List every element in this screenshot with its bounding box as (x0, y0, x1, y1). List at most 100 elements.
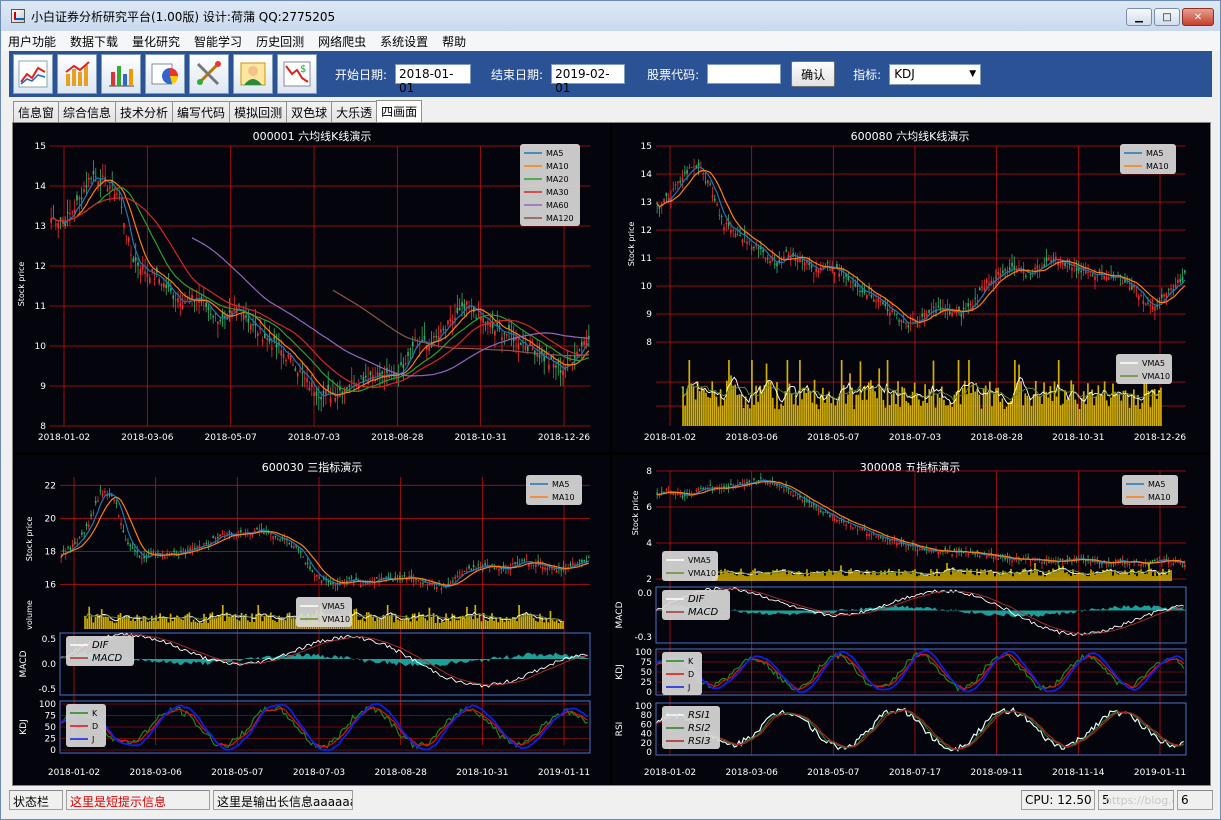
volume-bar (1057, 360, 1060, 426)
volume-bar (818, 572, 820, 581)
chart-panel-600030[interactable]: 600030 三指标演示 16 18 20 22 Stock price volume VMA… (14, 455, 610, 785)
tab-info-window[interactable]: 信息窗 (13, 101, 60, 122)
candle-body (552, 363, 555, 368)
menu-web-crawler[interactable]: 网络爬虫 (311, 33, 373, 50)
volume-bar (876, 398, 878, 426)
candle-body (718, 488, 721, 490)
line-chart-button[interactable] (13, 54, 53, 94)
menu-quant-research[interactable]: 量化研究 (125, 33, 187, 50)
confirm-button[interactable]: 确认 (791, 61, 836, 87)
pie-report-button[interactable] (145, 54, 185, 94)
macd-histogram (656, 605, 1186, 618)
volume-bar (503, 621, 506, 629)
volume-bar (800, 574, 802, 581)
candle-body (813, 272, 815, 274)
candle-body (1089, 560, 1092, 563)
tab-double-color-ball[interactable]: 双色球 (286, 101, 333, 122)
tab-overview[interactable]: 综合信息 (58, 101, 117, 122)
volume-bar (171, 620, 174, 629)
candle-body (120, 523, 122, 526)
volume-bar (771, 397, 774, 426)
volume-bar (92, 622, 95, 629)
candle-body (995, 277, 997, 279)
volume-bar (728, 360, 730, 426)
end-date-input[interactable]: 2019-02-01 (551, 64, 626, 95)
candle-body (898, 543, 900, 545)
start-date-input[interactable]: 2018-01-01 (395, 64, 472, 95)
menu-smart-learning[interactable]: 智能学习 (187, 33, 249, 50)
volume-bar (173, 617, 176, 629)
chart-panel-000001[interactable]: 000001 六均线K线演示 8 9 10 11 12 13 14 15 Stock price 2… (14, 124, 610, 452)
status-long-info: 这里是输出长信息aaaaaa (213, 790, 353, 810)
volume-bar (501, 619, 504, 629)
tab-simulated-backtest[interactable]: 模拟回测 (229, 101, 288, 122)
title-bar[interactable]: 小白证券分析研究平台(1.00版) 设计:荷蒲 QQ:2775205 ▁ □ ✕ (1, 1, 1220, 31)
volume-bar (766, 572, 768, 581)
candle-body (66, 211, 69, 214)
chart-panel-300008[interactable]: 300008 五指标演示 2 4 6 8 Stock price MA5 MA10 VMA5 VM… (612, 455, 1210, 785)
volume-bar (951, 406, 954, 426)
user-button[interactable] (233, 54, 273, 94)
bar-line-chart-button[interactable] (57, 54, 97, 94)
volume-bar (219, 615, 222, 629)
candle-body (916, 324, 919, 328)
tab-write-code[interactable]: 编写代码 (172, 101, 231, 122)
volume-bar (516, 621, 518, 629)
candle-body (1084, 271, 1087, 274)
close-button[interactable]: ✕ (1182, 8, 1214, 26)
volume-bar (1076, 574, 1078, 581)
volume-bar (902, 571, 904, 581)
volume-bar (1116, 394, 1118, 426)
volume-bar (169, 613, 172, 629)
volume-bar (445, 613, 447, 629)
candle-body (978, 555, 981, 558)
volume-bar (1134, 574, 1136, 581)
tools-button[interactable] (189, 54, 229, 94)
menu-help[interactable]: 帮助 (435, 33, 473, 50)
volume-bar (474, 605, 477, 629)
volume-bar (819, 395, 822, 426)
candle-body (817, 270, 820, 273)
candle-body (1061, 558, 1064, 560)
menu-data-download[interactable]: 数据下载 (63, 33, 125, 50)
stock-code-input[interactable] (707, 64, 782, 84)
candle-body (898, 320, 900, 322)
maximize-button[interactable]: □ (1154, 8, 1180, 26)
tick-label: 2018-07-03 (288, 433, 340, 443)
menu-backtest[interactable]: 历史回测 (249, 33, 311, 50)
candle-body (461, 302, 463, 307)
candle-body (163, 282, 165, 288)
volume-bar (882, 399, 885, 426)
bar-chart-button[interactable] (101, 54, 141, 94)
candle-body (780, 486, 783, 488)
candle-body (997, 271, 1000, 275)
stock-trend-button[interactable]: $ (277, 54, 317, 94)
candle-body (50, 218, 52, 224)
chart-panel-600080[interactable]: 600080 六均线K线演示 8 9 10 11 12 13 14 15 Stock price 2… (612, 124, 1210, 452)
volume-bar (834, 405, 837, 426)
candle-body (102, 175, 104, 177)
candle-body (1068, 558, 1071, 560)
tab-technical-analysis[interactable]: 技术分析 (115, 101, 174, 122)
menu-settings[interactable]: 系统设置 (373, 33, 435, 50)
tab-four-panels[interactable]: 四画面 (376, 100, 423, 122)
tick-label: 8 (646, 338, 652, 348)
volume-bar (694, 399, 697, 426)
axis-label: KDJ (19, 719, 29, 735)
candle-body (240, 314, 243, 316)
candle-body (1158, 558, 1161, 560)
candle-body (588, 556, 590, 558)
candle-body (702, 173, 705, 175)
volume-bar (920, 405, 922, 426)
minimize-button[interactable]: ▁ (1126, 8, 1152, 26)
volume-bar (807, 387, 810, 426)
candle-body (83, 189, 85, 193)
menu-user[interactable]: 用户功能 (1, 33, 63, 50)
volume-bar (970, 392, 972, 426)
candle-body (287, 354, 290, 358)
candle-body (958, 549, 960, 551)
volume-bar (742, 408, 745, 426)
indicator-select[interactable]: KDJ ▼ (889, 63, 982, 85)
tab-super-lotto[interactable]: 大乐透 (331, 101, 378, 122)
volume-bar (543, 622, 546, 629)
